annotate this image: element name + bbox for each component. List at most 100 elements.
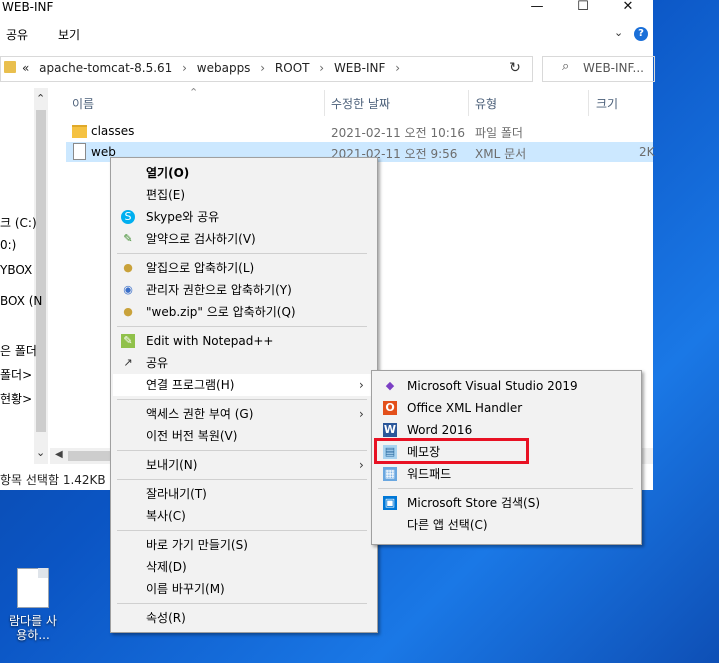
help-icon[interactable]: ?	[634, 27, 648, 41]
maximize-button[interactable]: ☐	[563, 0, 603, 16]
column-divider[interactable]	[588, 90, 589, 116]
menu-separator	[378, 488, 633, 489]
breadcrumb-item[interactable]: ROOT	[275, 61, 310, 75]
context-menu-item-label: 속성(R)	[146, 611, 186, 625]
file-row[interactable]: classes 2021-02-11 오전 10:16 파일 폴더	[66, 121, 653, 141]
status-bar-text: 항목 선택함 1.42KB	[0, 473, 106, 487]
column-header-size[interactable]: 크기	[596, 95, 618, 112]
visual-studio-icon: ◆	[385, 379, 395, 392]
column-header-date[interactable]: 수정한 날짜	[331, 95, 390, 112]
context-menu-item-label: 잘라내기(T)	[146, 487, 207, 501]
nav-item-box-n[interactable]: BOX (N	[0, 294, 42, 308]
context-menu-item-label: 바로 가기 만들기(S)	[146, 538, 248, 552]
tab-share[interactable]: 공유	[6, 26, 28, 43]
minimize-button[interactable]: —	[517, 0, 557, 16]
submenu-chevron-icon: ›	[359, 458, 364, 472]
context-menu-item-label: 복사(C)	[146, 509, 186, 523]
column-header-name[interactable]: 이름	[72, 95, 94, 112]
nav-item-folder[interactable]: 은 폴더	[0, 342, 37, 359]
context-menu-item[interactable]: ◉ 관리자 권한으로 압축하기(Y)	[113, 279, 375, 301]
file-name: classes	[91, 124, 135, 138]
nav-scroll-thumb[interactable]	[36, 110, 46, 432]
page-fold	[38, 568, 48, 578]
menu-separator	[117, 450, 367, 451]
share-icon: ↗	[123, 356, 133, 369]
column-divider[interactable]	[468, 90, 469, 116]
context-menu-item[interactable]: ↗ 공유	[113, 352, 375, 374]
breadcrumb-item[interactable]: apache-tomcat-8.5.61	[39, 61, 172, 75]
open-with-item-label: Microsoft Visual Studio 2019	[407, 379, 578, 393]
context-menu-item[interactable]: ● "web.zip" 으로 압축하기(Q)	[113, 301, 375, 323]
breadcrumb[interactable]: « apache-tomcat-8.5.61 › webapps › ROOT …	[22, 61, 400, 75]
wordpad-icon: ▦	[383, 467, 397, 481]
desktop-icon-label[interactable]: 람다를 사용하...	[4, 614, 62, 642]
column-divider[interactable]	[324, 90, 325, 116]
menu-separator	[117, 603, 367, 604]
nav-item-drive[interactable]: 0:)	[0, 238, 16, 252]
office-icon: O	[383, 401, 397, 415]
store-icon: ▣	[383, 496, 397, 510]
menu-separator	[117, 253, 367, 254]
close-button[interactable]: ✕	[608, 0, 648, 16]
context-menu-item[interactable]: 보내기(N) ›	[113, 454, 375, 476]
breadcrumb-separator[interactable]: ›	[395, 61, 400, 75]
context-menu-item[interactable]: S Skype와 공유	[113, 206, 375, 228]
file-size: 2K	[639, 145, 655, 159]
context-menu-item-label: Skype와 공유	[146, 210, 220, 224]
alzip-admin-icon: ◉	[123, 283, 133, 296]
open-with-submenu: ◆ Microsoft Visual Studio 2019 O Office XML…	[371, 370, 642, 545]
breadcrumb-separator[interactable]: ›	[319, 61, 324, 75]
context-menu-item[interactable]: 편집(E)	[113, 184, 375, 206]
nav-scroll-down-icon[interactable]: ⌄	[36, 446, 45, 459]
context-menu-item[interactable]: ✎ 알약으로 검사하기(V)	[113, 228, 375, 250]
breadcrumb-separator[interactable]: ›	[260, 61, 265, 75]
context-menu-item[interactable]: 열기(O)	[113, 162, 375, 184]
context-menu-item[interactable]: 잘라내기(T)	[113, 483, 375, 505]
nav-item-folder2[interactable]: 폴더>	[0, 366, 32, 383]
breadcrumb-overflow[interactable]: «	[22, 61, 29, 75]
document-icon	[73, 143, 86, 160]
breadcrumb-separator[interactable]: ›	[182, 61, 187, 75]
scroll-left-icon[interactable]: ◀	[55, 449, 63, 460]
ribbon-expand-icon[interactable]: ⌄	[614, 26, 623, 39]
nav-item-status[interactable]: 현황>	[0, 390, 32, 407]
nav-scroll-up-icon[interactable]: ⌃	[36, 92, 45, 105]
open-with-item[interactable]: O Office XML Handler	[374, 397, 639, 419]
word-icon: W	[383, 423, 397, 437]
open-with-item-label: 다른 앱 선택(C)	[407, 518, 488, 532]
context-menu-item[interactable]: 이전 버전 복원(V)	[113, 425, 375, 447]
file-type: 파일 폴더	[475, 126, 523, 140]
open-with-item[interactable]: ▦ 워드패드	[374, 463, 639, 485]
file-date: 2021-02-11 오전 10:16	[331, 126, 466, 140]
context-menu-item[interactable]: 연결 프로그램(H) ›	[113, 374, 375, 396]
nav-item-drive-c[interactable]: 크 (C:)	[0, 214, 37, 231]
breadcrumb-item[interactable]: WEB-INF	[334, 61, 385, 75]
context-menu-item-label: 액세스 권한 부여 (G)	[146, 407, 254, 421]
folder-icon	[4, 61, 16, 73]
nav-item-box[interactable]: YBOX	[0, 263, 32, 277]
folder-icon	[72, 125, 87, 138]
skype-icon: S	[121, 210, 135, 224]
context-menu-item[interactable]: 이름 바꾸기(M)	[113, 578, 375, 600]
refresh-button[interactable]: ↻	[501, 56, 529, 80]
context-menu-item[interactable]: ✎ Edit with Notepad++	[113, 330, 375, 352]
open-with-item[interactable]: 다른 앱 선택(C)	[374, 514, 639, 536]
context-menu-item[interactable]: 속성(R)	[113, 607, 375, 629]
context-menu-item-label: 이전 버전 복원(V)	[146, 429, 238, 443]
context-menu-item[interactable]: 액세스 권한 부여 (G) ›	[113, 403, 375, 425]
context-menu-item[interactable]: 삭제(D)	[113, 556, 375, 578]
menu-separator	[117, 326, 367, 327]
open-with-item[interactable]: ▣ Microsoft Store 검색(S)	[374, 492, 639, 514]
context-menu-item-label: "web.zip" 으로 압축하기(Q)	[146, 305, 296, 319]
context-menu-item-label: 이름 바꾸기(M)	[146, 582, 225, 596]
context-menu-item-label: 삭제(D)	[146, 560, 187, 574]
context-menu-item[interactable]: 복사(C)	[113, 505, 375, 527]
menu-separator	[117, 399, 367, 400]
alzip-icon: ●	[123, 305, 133, 318]
tab-view[interactable]: 보기	[58, 26, 80, 43]
breadcrumb-item[interactable]: webapps	[197, 61, 251, 75]
column-header-type[interactable]: 유형	[475, 95, 497, 112]
context-menu-item[interactable]: 바로 가기 만들기(S)	[113, 534, 375, 556]
open-with-item[interactable]: ◆ Microsoft Visual Studio 2019	[374, 375, 639, 397]
context-menu-item[interactable]: ● 알집으로 압축하기(L)	[113, 257, 375, 279]
